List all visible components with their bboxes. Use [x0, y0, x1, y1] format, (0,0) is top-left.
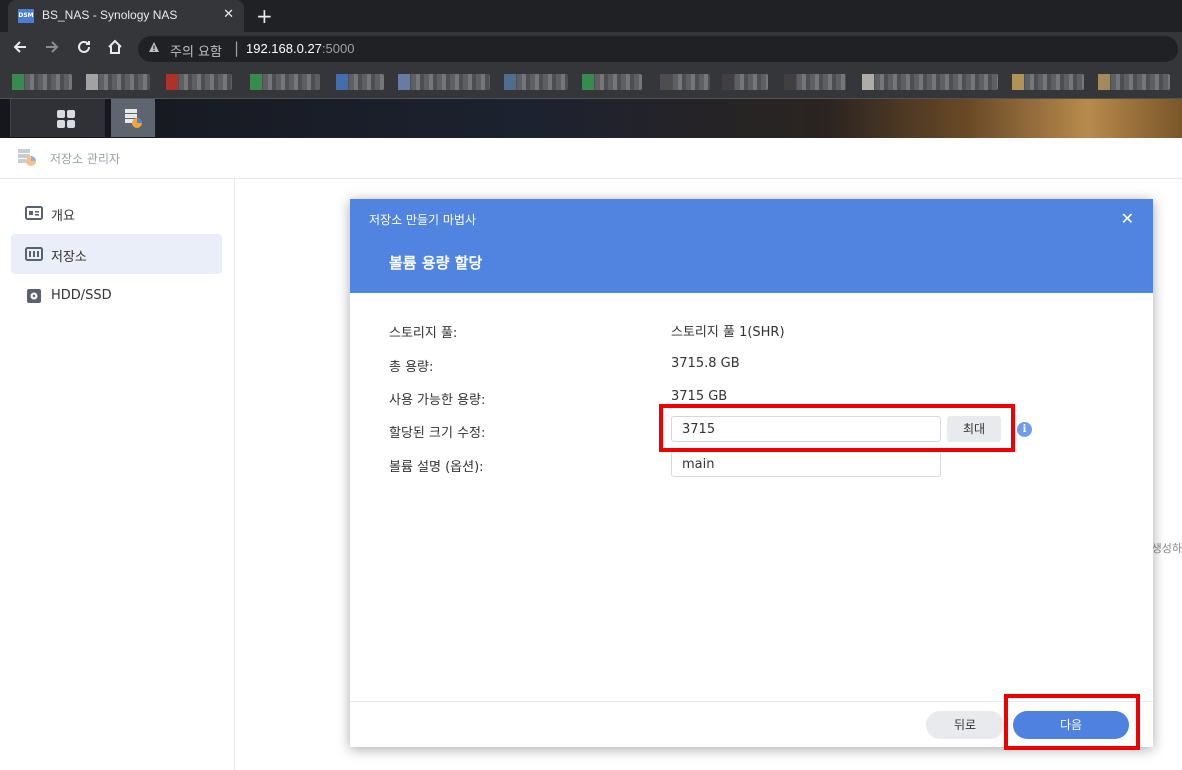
sidebar-item-label: 저장소 [51, 250, 87, 265]
bookmark-favicon-icon [722, 74, 734, 90]
tab-close-icon[interactable]: ✕ [223, 7, 234, 22]
bookmark-favicon-icon [166, 74, 178, 90]
dsm-favicon-icon: DSM [18, 9, 34, 23]
bookmark-favicon-icon [1012, 74, 1024, 90]
dsm-taskbar [0, 99, 1182, 138]
overview-icon [25, 205, 43, 220]
address-bar[interactable]: 주의 요함 | 192.168.0.27:5000 [138, 36, 1178, 62]
sidebar-item-storage[interactable]: 저장소 [11, 234, 222, 274]
create-storage-wizard-dialog: 저장소 만들기 마법사 ✕ 볼륨 용량 할당 스토리지 풀: 스토리지 풀 1(… [350, 199, 1153, 747]
bookmark-item[interactable] [250, 74, 320, 90]
warning-icon[interactable] [148, 41, 160, 56]
bookmark-item[interactable] [660, 74, 710, 90]
forward-arrow-icon[interactable] [44, 39, 60, 59]
reload-icon[interactable] [76, 39, 92, 59]
app-header: 저장소 관리자 [0, 138, 1182, 179]
storage-manager-icon [17, 147, 37, 167]
main-menu-button[interactable] [10, 99, 105, 137]
bookmarks-bar [0, 66, 1182, 99]
app-title: 저장소 관리자 [50, 152, 121, 166]
bookmark-favicon-icon [398, 74, 410, 90]
available-capacity-value: 3715 GB [671, 389, 728, 404]
pool-label: 스토리지 풀: [389, 326, 458, 341]
bookmark-favicon-icon [250, 74, 262, 90]
security-warning-text[interactable]: 주의 요함 [170, 41, 222, 60]
url-text[interactable]: 192.168.0.27:5000 [246, 41, 354, 56]
bookmark-favicon-icon [1098, 74, 1110, 90]
tab-title: BS_NAS - Synology NAS [42, 8, 178, 22]
bookmark-favicon-icon [86, 74, 98, 90]
storage-manager-taskbar-button[interactable] [111, 99, 155, 137]
total-capacity-label: 총 용량: [389, 360, 434, 375]
bookmark-item[interactable] [582, 74, 642, 90]
bookmark-item[interactable] [12, 74, 72, 90]
bookmark-item[interactable] [504, 74, 568, 90]
sidebar: 개요 저장소 HDD/SSD [0, 179, 235, 770]
bookmark-item[interactable] [862, 74, 998, 90]
bookmark-item[interactable] [398, 74, 490, 90]
wizard-title: 저장소 만들기 마법사 [369, 213, 476, 227]
bookmark-item[interactable] [1098, 74, 1170, 90]
sidebar-item-hdd-ssd[interactable]: HDD/SSD [11, 276, 222, 316]
info-icon[interactable]: i [1017, 422, 1032, 437]
bookmark-favicon-icon [582, 74, 594, 90]
bookmark-favicon-icon [862, 74, 874, 90]
bookmark-favicon-icon [504, 74, 516, 90]
bookmark-item[interactable] [784, 74, 846, 90]
background-text: 생성하 [1151, 542, 1182, 555]
sidebar-item-overview[interactable]: 개요 [11, 193, 222, 233]
disk-icon [25, 288, 43, 303]
browser-tab-bar: DSM BS_NAS - Synology NAS ✕ + [0, 0, 1182, 32]
bookmark-item[interactable] [1012, 74, 1084, 90]
browser-toolbar: 주의 요함 | 192.168.0.27:5000 [0, 32, 1182, 66]
back-arrow-icon[interactable] [12, 39, 28, 59]
new-tab-icon[interactable]: + [256, 4, 273, 28]
url-separator: | [234, 39, 240, 57]
available-capacity-label: 사용 가능한 용량: [389, 393, 486, 408]
bookmark-item[interactable] [722, 74, 768, 90]
bookmark-favicon-icon [336, 74, 348, 90]
home-icon[interactable] [107, 39, 123, 59]
url-host: 192.168.0.27 [246, 41, 322, 56]
highlight-box-size [659, 404, 1015, 452]
bookmark-favicon-icon [12, 74, 24, 90]
bookmark-item[interactable] [86, 74, 150, 90]
bookmark-favicon-icon [784, 74, 796, 90]
close-icon[interactable]: ✕ [1121, 209, 1134, 228]
allocated-size-label: 할당된 크기 수정: [389, 426, 486, 441]
bookmark-item[interactable] [336, 74, 384, 90]
back-button[interactable]: 뒤로 [926, 711, 1004, 739]
dialog-header: 저장소 만들기 마법사 ✕ 볼륨 용량 할당 [350, 199, 1153, 293]
volume-description-input[interactable] [671, 451, 941, 477]
sidebar-item-label: HDD/SSD [51, 288, 112, 303]
volume-description-label: 볼륨 설명 (옵션): [389, 460, 484, 475]
step-title: 볼륨 용량 할당 [389, 254, 483, 272]
storage-manager-icon [123, 107, 143, 129]
bookmark-favicon-icon [660, 74, 672, 90]
highlight-box-next [1004, 694, 1140, 750]
pool-value: 스토리지 풀 1(SHR) [671, 325, 785, 340]
url-port: :5000 [321, 41, 355, 56]
sidebar-item-label: 개요 [51, 209, 75, 224]
apps-grid-icon [57, 110, 75, 128]
browser-tab[interactable]: DSM BS_NAS - Synology NAS ✕ [8, 0, 244, 32]
storage-icon [25, 246, 43, 261]
total-capacity-value: 3715.8 GB [671, 356, 740, 371]
bookmark-item[interactable] [166, 74, 232, 90]
